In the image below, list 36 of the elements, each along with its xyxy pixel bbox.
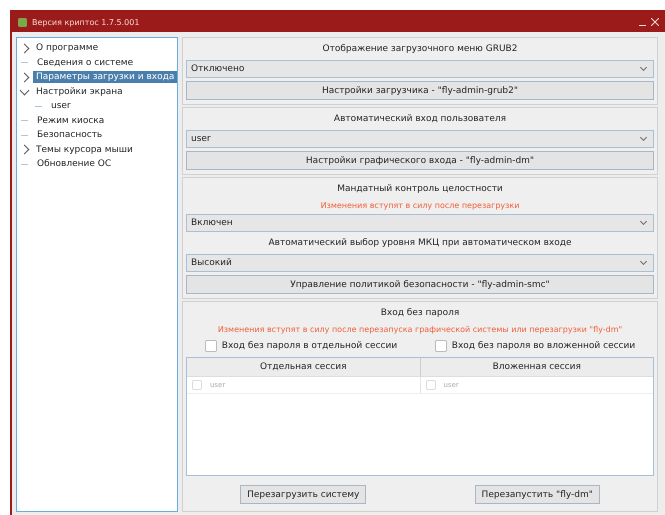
sidebar-item[interactable]: Параметры загрузки и входа — [33, 71, 178, 84]
warning-text: Изменения вступят в силу после перезагрузки — [320, 200, 520, 211]
checkbox[interactable] — [204, 340, 217, 352]
action-button[interactable]: Настройки графического входа - "fly-admin-dm" — [186, 151, 654, 170]
sidebar-item[interactable]: Обновление ОС — [34, 158, 114, 170]
checkbox[interactable] — [192, 380, 202, 390]
window-title: Версия криптос 1.7.5.001 — [32, 18, 140, 26]
sidebar-item[interactable]: Настройки экрана — [33, 86, 126, 98]
sidebar-item[interactable]: Темы курсора мыши — [33, 144, 136, 156]
dropdown[interactable]: Отключено — [186, 60, 654, 78]
sidebar-item[interactable]: Сведения о системе — [34, 56, 136, 69]
warning-text: Изменения вступят в силу после перезапуска графической системы или перезагрузки "fly-dm" — [216, 324, 624, 335]
group-label: Мандатный контроль целостности — [336, 183, 504, 196]
sidebar-item[interactable]: Безопасность — [34, 129, 106, 142]
group-label: Отображение загрузочного меню GRUB2 — [322, 43, 518, 56]
group-label: Автоматический выбор уровня МКЦ при автоматическом входе — [267, 237, 573, 250]
close-icon[interactable] — [651, 18, 659, 26]
dropdown[interactable]: user — [186, 130, 654, 148]
checkbox-label[interactable]: Вход без пароля во вложенной сессии — [452, 341, 636, 351]
checkbox[interactable] — [426, 380, 436, 390]
group-label: Автоматический вход пользователя — [332, 113, 508, 126]
checkbox[interactable] — [434, 340, 447, 352]
action-button[interactable]: Перезагрузить систему — [240, 485, 366, 504]
sidebar-item[interactable]: Режим киоска — [34, 114, 108, 127]
column-header: Отдельная сессия — [187, 358, 420, 376]
action-button[interactable]: Перезапустить "fly-dm" — [474, 485, 600, 504]
action-button[interactable]: Управление политикой безопасности - "fly-admin-smc" — [186, 275, 654, 294]
column-header: Вложенная сессия — [492, 361, 582, 374]
dropdown[interactable]: Высокий — [186, 254, 654, 272]
dropdown[interactable]: Включен — [186, 214, 654, 232]
sidebar-item[interactable]: О программе — [33, 42, 102, 54]
sidebar-item[interactable]: user — [48, 100, 74, 112]
app-icon — [18, 18, 27, 26]
checkbox-label[interactable]: Вход без пароля в отдельной сессии — [222, 341, 398, 351]
group-label: Вход без пароля — [380, 307, 460, 320]
action-button[interactable]: Настройки загрузчика - "fly-admin-grub2" — [186, 81, 654, 100]
